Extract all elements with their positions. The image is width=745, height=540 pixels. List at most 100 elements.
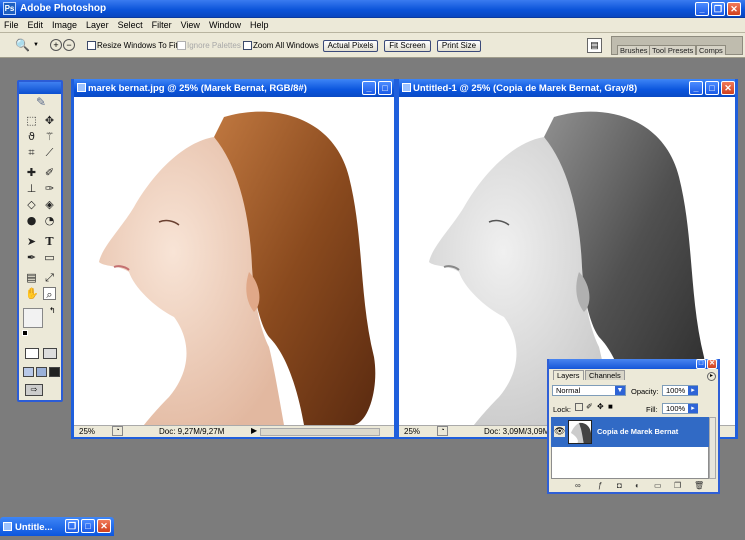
- history-brush-tool-icon[interactable]: ✑: [43, 182, 56, 195]
- document-title-bar[interactable]: marek bernat.jpg @ 25% (Marek Bernat, RG…: [74, 79, 394, 97]
- feather-logo-icon[interactable]: ✎: [25, 95, 57, 109]
- status-options-icon[interactable]: ◔: [112, 426, 123, 436]
- maximize-button[interactable]: □: [81, 519, 95, 533]
- adjustment-layer-icon[interactable]: ◐: [635, 481, 640, 490]
- layers-palette-header[interactable]: □ ✕: [549, 359, 718, 369]
- blend-mode-select[interactable]: Normal ▼: [552, 385, 626, 396]
- full-screen-mode-icon[interactable]: [49, 367, 60, 377]
- palette-minimize-button[interactable]: □: [696, 359, 706, 369]
- eraser-tool-icon[interactable]: ◇: [25, 198, 38, 211]
- menu-view[interactable]: View: [177, 18, 205, 30]
- lasso-tool-icon[interactable]: ϑ: [25, 130, 38, 143]
- new-group-icon[interactable]: ▭: [654, 481, 662, 490]
- lock-transparency-icon[interactable]: [575, 403, 583, 411]
- menu-window[interactable]: Window: [205, 18, 246, 30]
- default-colors-icon[interactable]: [22, 330, 28, 336]
- zoom-tool-icon[interactable]: ⌕: [43, 287, 56, 301]
- foreground-color-swatch[interactable]: [23, 308, 43, 328]
- chevron-down-icon[interactable]: ▼: [615, 386, 625, 395]
- crop-tool-icon[interactable]: ⌗: [25, 146, 38, 159]
- zoom-level-field[interactable]: 25%: [79, 427, 95, 436]
- fit-screen-button[interactable]: Fit Screen: [384, 40, 431, 52]
- lock-position-icon[interactable]: ✥: [597, 402, 604, 411]
- minimized-document-window[interactable]: Untitle... ❐ □ ✕: [0, 517, 114, 536]
- document-maximize-button[interactable]: □: [705, 81, 719, 95]
- palette-menu-icon[interactable]: ▸: [707, 372, 716, 381]
- marquee-tool-icon[interactable]: ⬚: [25, 114, 38, 127]
- status-menu-arrow-icon[interactable]: ▶: [251, 426, 257, 435]
- palette-close-button[interactable]: ✕: [707, 359, 717, 369]
- comps-tab[interactable]: Comps: [696, 45, 726, 55]
- eyedropper-tool-icon[interactable]: ⤢: [43, 271, 56, 284]
- menu-image[interactable]: Image: [48, 18, 82, 30]
- status-options-icon[interactable]: ◔: [437, 426, 448, 436]
- layer-mask-icon[interactable]: ◘: [617, 481, 622, 490]
- menu-edit[interactable]: Edit: [24, 18, 49, 30]
- file-browser-icon[interactable]: ▤: [587, 38, 602, 53]
- jump-to-imageready-icon[interactable]: ⇨: [25, 384, 43, 396]
- menu-filter[interactable]: Filter: [148, 18, 177, 30]
- zoom-tool-icon[interactable]: 🔍: [15, 38, 30, 52]
- menu-select[interactable]: Select: [114, 18, 148, 30]
- standard-screen-mode-icon[interactable]: [23, 367, 34, 377]
- tool-presets-tab[interactable]: Tool Presets: [649, 45, 697, 55]
- document-minimize-button[interactable]: _: [689, 81, 703, 95]
- hand-tool-icon[interactable]: ✋: [25, 287, 39, 300]
- standard-mode-icon[interactable]: [25, 348, 39, 359]
- eye-visibility-icon[interactable]: 👁: [554, 426, 565, 437]
- print-size-button[interactable]: Print Size: [437, 40, 481, 52]
- layer-row[interactable]: 👁 Copia de Marek Bernat: [551, 417, 709, 447]
- resize-windows-checkbox[interactable]: [87, 41, 96, 50]
- document-close-button[interactable]: ✕: [721, 81, 735, 95]
- new-layer-icon[interactable]: ❐: [674, 481, 681, 490]
- menu-file[interactable]: File: [0, 18, 24, 30]
- delete-layer-icon[interactable]: 🗑: [694, 481, 704, 490]
- horizontal-scrollbar[interactable]: [260, 428, 380, 436]
- document-title-bar[interactable]: Untitled-1 @ 25% (Copia de Marek Bernat,…: [399, 79, 735, 97]
- clone-stamp-tool-icon[interactable]: ⊥: [25, 182, 38, 195]
- slice-tool-icon[interactable]: ⟋: [43, 146, 56, 159]
- notes-tool-icon[interactable]: ▤: [25, 271, 38, 284]
- layers-scrollbar[interactable]: [709, 417, 716, 479]
- dodge-tool-icon[interactable]: ◔: [43, 214, 56, 227]
- image-canvas-color[interactable]: [74, 97, 394, 425]
- layer-style-icon[interactable]: ƒ: [598, 481, 602, 490]
- lock-image-icon[interactable]: ✐: [586, 402, 593, 411]
- quick-mask-mode-icon[interactable]: [43, 348, 57, 359]
- layers-tab[interactable]: Layers: [553, 370, 584, 380]
- minimize-button[interactable]: _: [695, 2, 709, 16]
- zoom-all-checkbox[interactable]: [243, 41, 252, 50]
- tool-preset-dropdown-icon[interactable]: ▼: [33, 42, 39, 48]
- pen-tool-icon[interactable]: ✒: [25, 251, 38, 264]
- shape-tool-icon[interactable]: ▭: [43, 251, 56, 264]
- close-button[interactable]: ✕: [727, 2, 741, 16]
- lock-all-icon[interactable]: ■: [608, 402, 613, 411]
- link-layers-icon[interactable]: ∞: [575, 481, 581, 490]
- healing-brush-tool-icon[interactable]: ✚: [25, 166, 38, 179]
- full-screen-menu-mode-icon[interactable]: [36, 367, 47, 377]
- brushes-tab[interactable]: Brushes: [617, 45, 651, 55]
- fill-slider-arrow-icon[interactable]: ▸: [688, 404, 698, 413]
- close-button[interactable]: ✕: [97, 519, 111, 533]
- restore-button[interactable]: ❐: [711, 2, 725, 16]
- magic-wand-tool-icon[interactable]: ⚚: [43, 130, 56, 143]
- menu-help[interactable]: Help: [246, 18, 274, 30]
- blur-tool-icon[interactable]: ●: [25, 214, 38, 227]
- restore-button[interactable]: ❐: [65, 519, 79, 533]
- zoom-out-icon[interactable]: −: [63, 39, 75, 51]
- zoom-level-field[interactable]: 25%: [404, 427, 420, 436]
- channels-tab[interactable]: Channels: [585, 370, 625, 380]
- menu-layer[interactable]: Layer: [82, 18, 114, 30]
- path-selection-tool-icon[interactable]: ➤: [25, 235, 38, 248]
- brush-tool-icon[interactable]: ✐: [43, 166, 56, 179]
- type-tool-icon[interactable]: T: [43, 235, 56, 248]
- paint-bucket-tool-icon[interactable]: ◈: [43, 198, 56, 211]
- toolbox-header[interactable]: [19, 82, 61, 94]
- swap-colors-icon[interactable]: ↰: [49, 306, 56, 315]
- move-tool-icon[interactable]: ✥: [43, 114, 56, 127]
- document-maximize-button[interactable]: □: [378, 81, 392, 95]
- opacity-slider-arrow-icon[interactable]: ▸: [688, 386, 698, 395]
- document-minimize-button[interactable]: _: [362, 81, 376, 95]
- zoom-in-icon[interactable]: +: [50, 39, 62, 51]
- actual-pixels-button[interactable]: Actual Pixels: [323, 40, 378, 52]
